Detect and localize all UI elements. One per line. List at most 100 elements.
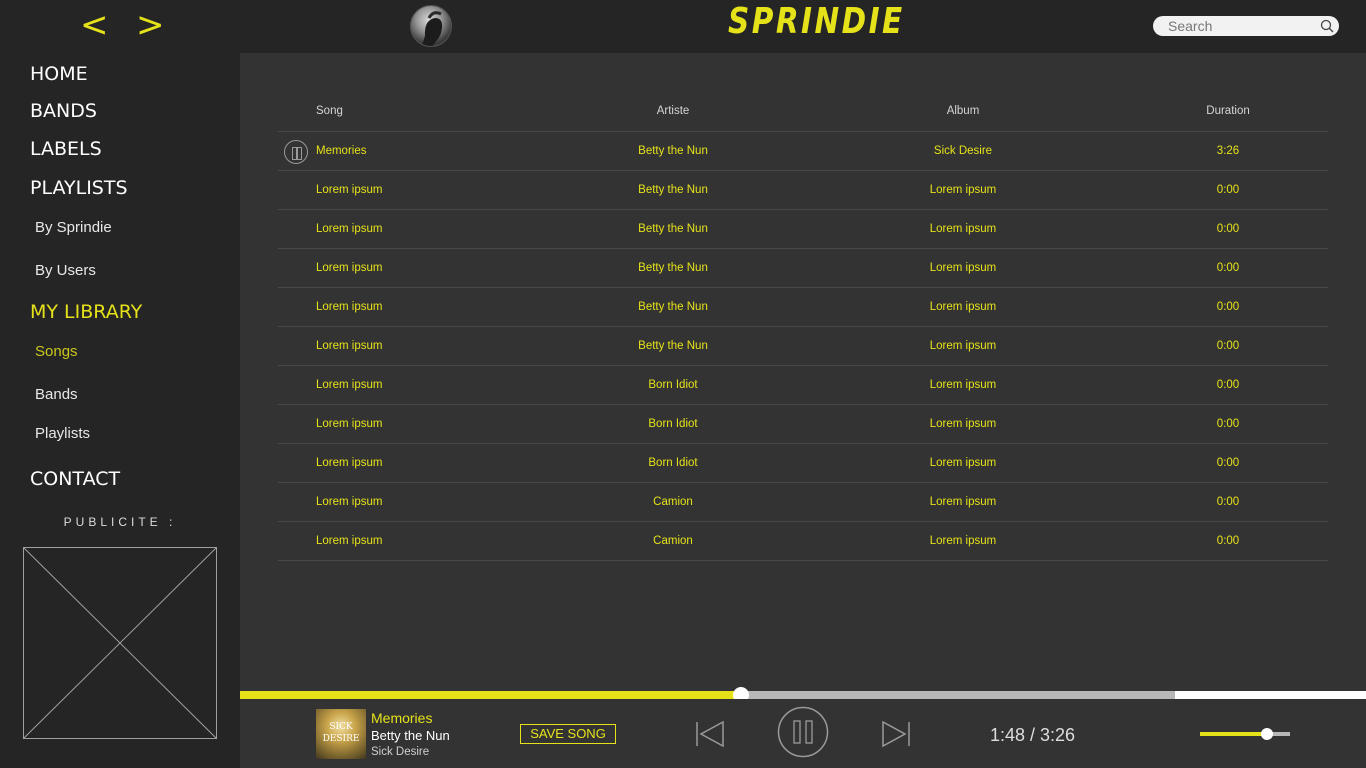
nav-library-bands[interactable]: Bands	[35, 386, 78, 403]
main-content: Song Artiste Album Duration Memories Bet…	[240, 53, 1366, 691]
artist-cell[interactable]: Born Idiot	[548, 404, 798, 444]
column-header-album[interactable]: Album	[798, 91, 1128, 132]
artist-cell[interactable]: Born Idiot	[548, 365, 798, 405]
top-bar: < > SPRINDIE	[0, 0, 1366, 53]
duration-cell: 0:00	[1128, 170, 1328, 210]
duration-cell: 3:26	[1128, 131, 1328, 171]
nav-bands[interactable]: BANDS	[30, 100, 97, 122]
album-cell[interactable]: Sick Desire	[798, 131, 1128, 171]
album-cell[interactable]: Lorem ipsum	[798, 443, 1128, 483]
album-cell[interactable]: Lorem ipsum	[798, 326, 1128, 366]
user-avatar[interactable]	[410, 5, 452, 47]
cover-text-bottom: DESIRE	[322, 734, 360, 744]
table-row[interactable]: Lorem ipsum Betty the Nun Lorem ipsum 0:…	[278, 170, 1328, 210]
nav-by-sprindie[interactable]: By Sprindie	[35, 219, 112, 236]
table-row[interactable]: Memories Betty the Nun Sick Desire 3:26	[278, 131, 1328, 171]
artist-cell[interactable]: Camion	[548, 482, 798, 522]
song-cell: Lorem ipsum	[278, 326, 548, 366]
save-song-button[interactable]: SAVE SONG	[520, 724, 616, 744]
song-cell: Lorem ipsum	[278, 365, 548, 405]
search-icon[interactable]	[1320, 19, 1334, 33]
nav-library-playlists[interactable]: Playlists	[35, 425, 90, 442]
nav-playlists[interactable]: PLAYLISTS	[30, 177, 128, 199]
album-cell[interactable]: Lorem ipsum	[798, 209, 1128, 249]
volume-handle[interactable]	[1260, 728, 1273, 740]
table-row[interactable]: Lorem ipsum Betty the Nun Lorem ipsum 0:…	[278, 209, 1328, 249]
pause-icon[interactable]	[777, 706, 829, 758]
ad-label: PUBLICITE :	[63, 515, 177, 529]
nav-my-library[interactable]: MY LIBRARY	[30, 301, 142, 323]
sidebar: HOME BANDS LABELS PLAYLISTS By Sprindie …	[0, 53, 240, 768]
table-row[interactable]: Lorem ipsum Betty the Nun Lorem ipsum 0:…	[278, 287, 1328, 327]
back-arrow-icon[interactable]: <	[80, 8, 109, 42]
album-cell[interactable]: Lorem ipsum	[798, 482, 1128, 522]
album-cell[interactable]: Lorem ipsum	[798, 365, 1128, 405]
duration-cell: 0:00	[1128, 521, 1328, 561]
previous-track-icon[interactable]	[695, 719, 725, 749]
album-cell[interactable]: Lorem ipsum	[798, 521, 1128, 561]
table-row[interactable]: Lorem ipsum Born Idiot Lorem ipsum 0:00	[278, 404, 1328, 444]
artist-cell[interactable]: Betty the Nun	[548, 287, 798, 327]
column-header-artist[interactable]: Artiste	[548, 91, 798, 132]
table-row[interactable]: Lorem ipsum Camion Lorem ipsum 0:00	[278, 521, 1328, 561]
artist-cell[interactable]: Betty the Nun	[548, 170, 798, 210]
column-header-duration[interactable]: Duration	[1128, 91, 1328, 132]
search-box	[1153, 16, 1339, 36]
duration-cell: 0:00	[1128, 209, 1328, 249]
column-header-song[interactable]: Song	[278, 91, 548, 132]
duration-cell: 0:00	[1128, 482, 1328, 522]
now-playing-artist[interactable]: Betty the Nun	[371, 728, 450, 743]
album-cover[interactable]: SICK DESIRE	[316, 709, 366, 759]
song-cell: Lorem ipsum	[278, 287, 548, 327]
album-cell[interactable]: Lorem ipsum	[798, 248, 1128, 288]
search-input[interactable]	[1168, 17, 1318, 35]
song-title: Memories	[316, 144, 367, 157]
playback-time: 1:48 / 3:26	[990, 725, 1076, 745]
progress-played	[240, 691, 742, 699]
duration-cell: 0:00	[1128, 365, 1328, 405]
nav-library-songs[interactable]: Songs	[35, 343, 78, 360]
song-cell: Lorem ipsum	[278, 248, 548, 288]
table-row[interactable]: Lorem ipsum Betty the Nun Lorem ipsum 0:…	[278, 248, 1328, 288]
artist-cell[interactable]: Betty the Nun	[548, 131, 798, 171]
album-cell[interactable]: Lorem ipsum	[798, 287, 1128, 327]
table-row[interactable]: Lorem ipsum Betty the Nun Lorem ipsum 0:…	[278, 326, 1328, 366]
nav-by-users[interactable]: By Users	[35, 262, 96, 279]
song-cell: Memories	[278, 131, 548, 171]
duration-cell: 0:00	[1128, 326, 1328, 366]
now-playing-album[interactable]: Sick Desire	[371, 746, 429, 758]
nav-contact[interactable]: CONTACT	[30, 468, 120, 490]
forward-arrow-icon[interactable]: >	[136, 8, 165, 42]
table-row[interactable]: Lorem ipsum Born Idiot Lorem ipsum 0:00	[278, 443, 1328, 483]
now-playing-title[interactable]: Memories	[371, 710, 432, 726]
duration-cell: 0:00	[1128, 287, 1328, 327]
song-cell: Lorem ipsum	[278, 443, 548, 483]
song-cell: Lorem ipsum	[278, 404, 548, 444]
table-row[interactable]: Lorem ipsum Born Idiot Lorem ipsum 0:00	[278, 365, 1328, 405]
artist-cell[interactable]: Betty the Nun	[548, 209, 798, 249]
duration-cell: 0:00	[1128, 404, 1328, 444]
player-bar: SICK DESIRE Memories Betty the Nun Sick …	[240, 699, 1366, 768]
nav-home[interactable]: HOME	[30, 63, 88, 85]
artist-cell[interactable]: Betty the Nun	[548, 326, 798, 366]
table-row[interactable]: Lorem ipsum Camion Lorem ipsum 0:00	[278, 482, 1328, 522]
next-track-icon[interactable]	[881, 719, 911, 749]
album-cell[interactable]: Lorem ipsum	[798, 404, 1128, 444]
volume-level	[1200, 732, 1267, 736]
pause-indicator-icon[interactable]	[284, 139, 308, 164]
duration-cell: 0:00	[1128, 248, 1328, 288]
artist-cell[interactable]: Born Idiot	[548, 443, 798, 483]
ad-placeholder[interactable]	[23, 547, 217, 739]
ad-placeholder-image	[23, 547, 217, 739]
cover-text-top: SICK	[329, 722, 353, 732]
artist-cell[interactable]: Camion	[548, 521, 798, 561]
song-cell: Lorem ipsum	[278, 521, 548, 561]
playback-progress-bar[interactable]	[240, 687, 1366, 703]
song-cell: Lorem ipsum	[278, 209, 548, 249]
songs-table: Song Artiste Album Duration Memories Bet…	[278, 91, 1328, 561]
artist-cell[interactable]: Betty the Nun	[548, 248, 798, 288]
nav-labels[interactable]: LABELS	[30, 138, 102, 160]
brand-logo[interactable]: SPRINDIE	[728, 1, 905, 42]
volume-slider[interactable]	[1200, 728, 1290, 740]
album-cell[interactable]: Lorem ipsum	[798, 170, 1128, 210]
